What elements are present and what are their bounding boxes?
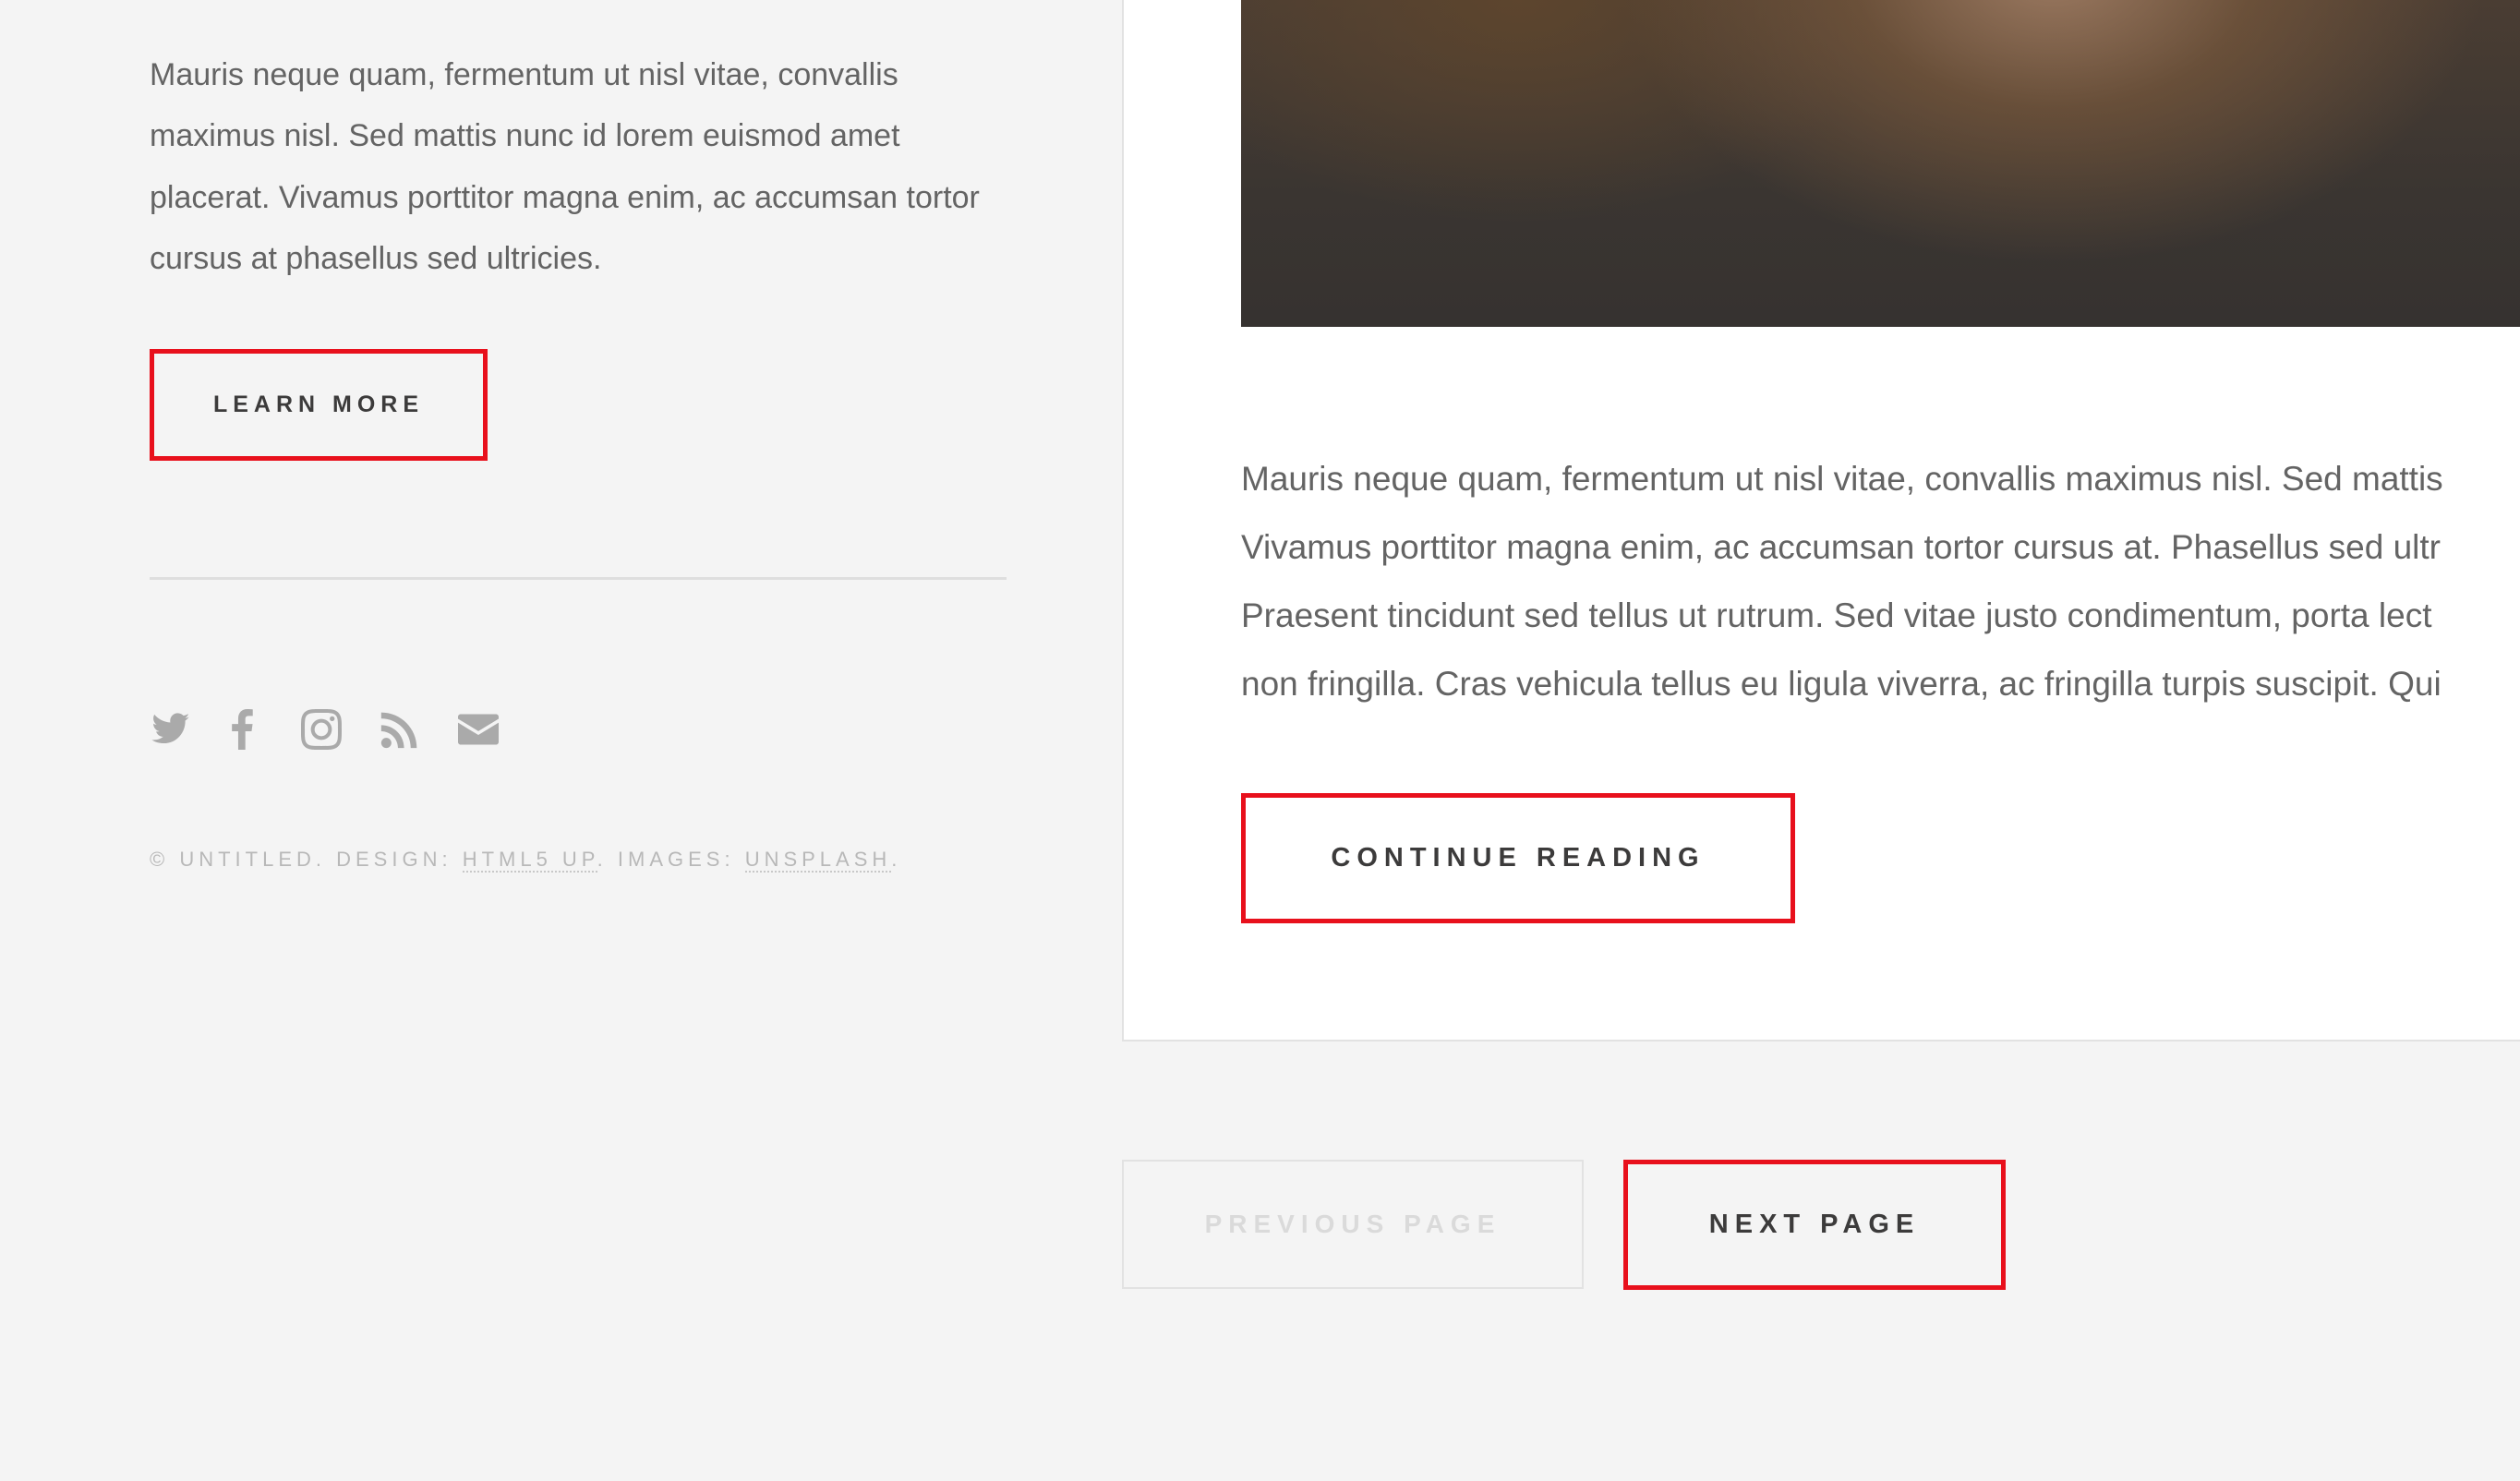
twitter-icon[interactable] (150, 708, 192, 751)
email-icon[interactable] (457, 708, 500, 751)
post-image (1241, 0, 2520, 327)
rss-icon[interactable] (379, 708, 421, 751)
post-excerpt-line: Vivamus porttitor magna enim, ac accumsa… (1241, 528, 2441, 566)
copyright-text: © UNTITLED. DESIGN: HTML5 UP. IMAGES: UN… (150, 848, 902, 873)
sidebar-intro-text: Mauris neque quam, fermentum ut nisl vit… (150, 57, 980, 277)
learn-more-button[interactable]: LEARN MORE (150, 349, 488, 461)
social-icons (150, 706, 536, 753)
post-excerpt-line: Mauris neque quam, fermentum ut nisl vit… (1241, 460, 2443, 498)
unsplash-link[interactable]: UNSPLASH (744, 848, 892, 873)
post-excerpt-line: non fringilla. Cras vehicula tellus eu l… (1241, 665, 2442, 703)
copyright-prefix: © UNTITLED. DESIGN: (150, 848, 463, 871)
instagram-icon[interactable] (300, 708, 343, 751)
copyright-suffix: . (891, 848, 902, 871)
facebook-icon[interactable] (228, 708, 256, 751)
post-excerpt-line: Praesent tincidunt sed tellus ut rutrum.… (1241, 596, 2432, 634)
next-page-button[interactable]: NEXT PAGE (1623, 1160, 2006, 1290)
html5up-link[interactable]: HTML5 UP (462, 848, 597, 873)
page: Mauris neque quam, fermentum ut nisl vit… (0, 0, 2520, 1481)
post-card: Mauris neque quam, fermentum ut nisl vit… (1122, 0, 2520, 1042)
previous-page-button: PREVIOUS PAGE (1122, 1160, 1584, 1289)
copyright-middle: . IMAGES: (597, 848, 745, 871)
sidebar-divider (150, 577, 1007, 580)
continue-reading-button[interactable]: CONTINUE READING (1241, 793, 1795, 923)
post-excerpt: Mauris neque quam, fermentum ut nisl vit… (1241, 445, 2520, 718)
